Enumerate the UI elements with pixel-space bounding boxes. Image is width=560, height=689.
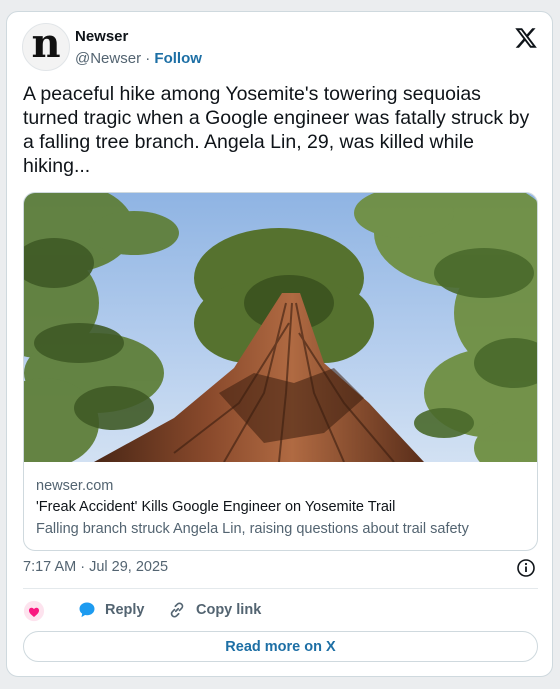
heart-icon — [23, 600, 45, 622]
reply-button[interactable]: Reply — [77, 600, 145, 620]
link-preview-meta: newser.com 'Freak Accident' Kills Google… — [36, 476, 527, 540]
author-name[interactable]: Newser — [75, 28, 128, 45]
speech-bubble-icon — [79, 602, 95, 618]
embedded-post-card: n Newser @Newser · Follow A peaceful hik… — [6, 11, 553, 677]
link-icon — [170, 602, 184, 618]
like-button[interactable] — [23, 600, 45, 622]
link-preview-card[interactable]: newser.com 'Freak Accident' Kills Google… — [23, 192, 538, 551]
avatar[interactable]: n — [22, 23, 70, 71]
x-logo-icon[interactable] — [514, 26, 538, 50]
follow-link[interactable]: Follow — [154, 50, 202, 67]
reply-label: Reply — [105, 602, 145, 618]
post-timestamp[interactable]: 7:17 AM · Jul 29, 2025 — [23, 559, 168, 575]
separator-dot: · — [145, 50, 151, 67]
copy-link-label: Copy link — [196, 602, 262, 618]
link-domain: newser.com — [36, 478, 114, 494]
link-description: Falling branch struck Angela Lin, raisin… — [36, 521, 469, 537]
post-text: A peaceful hike among Yosemite's towerin… — [23, 83, 530, 177]
info-icon[interactable] — [516, 558, 536, 578]
read-more-button[interactable]: Read more on X — [23, 631, 538, 662]
copy-link-button[interactable]: Copy link — [167, 600, 261, 620]
author-handle[interactable]: @Newser — [75, 50, 141, 67]
avatar-letter: n — [31, 20, 61, 67]
author-handle-line: @Newser · Follow — [75, 50, 202, 67]
sequoia-photo — [24, 193, 537, 462]
divider — [23, 588, 538, 589]
read-more-label: Read more on X — [225, 638, 336, 655]
link-title: 'Freak Accident' Kills Google Engineer o… — [36, 499, 396, 515]
